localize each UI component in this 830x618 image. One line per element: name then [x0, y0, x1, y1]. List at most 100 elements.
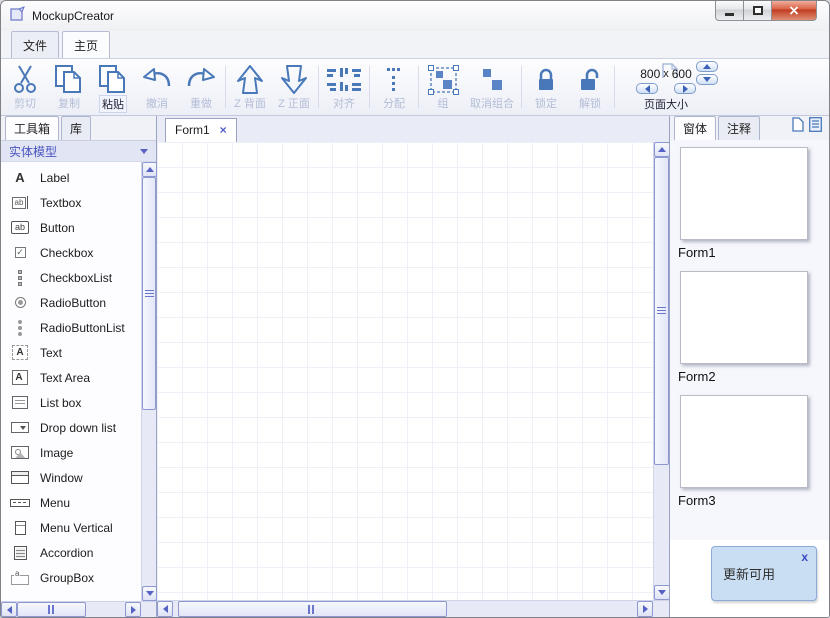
toolbox-item-checkboxlist[interactable]: CheckboxList: [1, 265, 141, 290]
scroll-down-button[interactable]: [654, 585, 670, 600]
tab-toolbox[interactable]: 工具箱: [5, 116, 59, 140]
form-thumbnail[interactable]: [680, 395, 808, 488]
toolbox-item-groupbox[interactable]: a GroupBox: [1, 565, 141, 590]
close-button[interactable]: [771, 1, 817, 21]
update-notification[interactable]: 更新可用 x: [711, 546, 817, 601]
toolbox-item-window[interactable]: Window: [1, 465, 141, 490]
scroll-thumb[interactable]: [178, 601, 447, 617]
page-width-value[interactable]: 800: [640, 67, 660, 81]
scroll-left-button[interactable]: [157, 601, 173, 617]
distribute-button[interactable]: 分配: [372, 61, 416, 113]
distribute-icon: [386, 64, 402, 95]
form-thumbnail[interactable]: [680, 271, 808, 364]
toolbox-item-menu[interactable]: Menu: [1, 490, 141, 515]
arrow-up-icon: [146, 167, 154, 172]
toolbox-item-text[interactable]: A Text: [1, 340, 141, 365]
triangle-up-icon: [703, 64, 711, 69]
toolbox-item-radiobuttonlist[interactable]: RadioButtonList: [1, 315, 141, 340]
arrow-left-icon: [7, 606, 12, 614]
toolbox-item-button[interactable]: ab Button: [1, 215, 141, 240]
canvas-vertical-scrollbar[interactable]: [653, 142, 669, 600]
cut-label: 剪切: [14, 95, 36, 111]
toolbox-vertical-scrollbar[interactable]: [141, 162, 156, 601]
tab-forms[interactable]: 窗体: [674, 116, 716, 140]
scroll-left-button[interactable]: [1, 602, 17, 617]
scroll-thumb[interactable]: [17, 602, 86, 617]
form-list-item[interactable]: Form1: [678, 147, 821, 260]
form-thumbnail[interactable]: [680, 147, 808, 240]
toolbox-item-label[interactable]: A Label: [1, 165, 141, 190]
canvas-horizontal-scrollbar[interactable]: [157, 600, 669, 617]
toolbox-item-menuvertical[interactable]: Menu Vertical: [1, 515, 141, 540]
paste-button[interactable]: 粘贴: [91, 61, 135, 113]
design-canvas[interactable]: [157, 142, 653, 600]
app-window: MockupCreator 文件 主页 剪切: [0, 0, 830, 618]
z-front-label: Z 正面: [278, 95, 310, 111]
scroll-up-button[interactable]: [654, 142, 670, 157]
tab-file[interactable]: 文件: [11, 31, 59, 58]
maximize-button[interactable]: [743, 1, 772, 21]
undo-button[interactable]: 撤消: [135, 61, 179, 113]
scroll-thumb[interactable]: [142, 177, 156, 410]
document-tab-form1[interactable]: Form1 ×: [165, 118, 237, 142]
scroll-track[interactable]: [142, 177, 156, 586]
scroll-up-button[interactable]: [142, 162, 157, 177]
copy-label: 复制: [58, 95, 80, 111]
group-button[interactable]: 组: [421, 61, 465, 113]
tab-comments[interactable]: 注释: [718, 116, 760, 140]
scroll-track[interactable]: [17, 602, 125, 617]
lock-button[interactable]: 锁定: [524, 61, 568, 113]
redo-button[interactable]: 重做: [179, 61, 223, 113]
toolbox-item-listbox[interactable]: List box: [1, 390, 141, 415]
toolbox-item-textbox[interactable]: ab Textbox: [1, 190, 141, 215]
toolbox-item-image[interactable]: Image: [1, 440, 141, 465]
toolbox-horizontal-scrollbar[interactable]: [1, 601, 156, 617]
list-view-icon[interactable]: [809, 117, 822, 137]
tab-home[interactable]: 主页: [62, 31, 110, 58]
toolbox-item-accordion[interactable]: Accordion: [1, 540, 141, 565]
new-form-icon[interactable]: [792, 117, 804, 137]
page-size-group: 800 x 600 页面大小: [617, 61, 715, 113]
grip-icon: [657, 307, 666, 315]
toolbox-item-checkbox[interactable]: ✓ Checkbox: [1, 240, 141, 265]
tab-close-icon[interactable]: ×: [220, 124, 227, 136]
copy-button[interactable]: 复制: [47, 61, 91, 113]
scroll-down-button[interactable]: [142, 586, 157, 601]
page-height-value[interactable]: 600: [672, 67, 692, 81]
ungroup-button[interactable]: 取消组合: [465, 61, 519, 113]
copy-icon: [54, 64, 84, 95]
spin-up-button[interactable]: [696, 61, 718, 72]
form-list-item[interactable]: Form2: [678, 271, 821, 384]
undo-icon: [141, 64, 173, 95]
scroll-track[interactable]: [654, 157, 669, 585]
minimize-button[interactable]: [715, 1, 744, 21]
spin-down-button[interactable]: [696, 74, 718, 85]
unlock-button[interactable]: 解锁: [568, 61, 612, 113]
ribbon-toolbar: 剪切 复制 粘贴: [1, 58, 829, 116]
accordion-icon: [5, 543, 35, 563]
z-back-button[interactable]: Z 背面: [228, 61, 272, 113]
notification-close-icon[interactable]: x: [801, 551, 808, 563]
cut-button[interactable]: 剪切: [3, 61, 47, 113]
scroll-thumb[interactable]: [654, 157, 669, 465]
form-name: Form1: [678, 245, 821, 260]
toolbox-item-radiobutton[interactable]: RadioButton: [1, 290, 141, 315]
align-button[interactable]: 对齐: [321, 61, 367, 113]
arrow-down-icon: [658, 590, 666, 595]
scroll-right-button[interactable]: [637, 601, 653, 617]
toolbox-item-dropdownlist[interactable]: Drop down list: [1, 415, 141, 440]
ribbon-separator: [418, 66, 419, 108]
title-bar[interactable]: MockupCreator: [1, 1, 829, 31]
tab-library[interactable]: 库: [61, 116, 91, 140]
form-list-item[interactable]: Form3: [678, 395, 821, 508]
window-title: MockupCreator: [32, 9, 114, 23]
width-decrease-button[interactable]: [636, 83, 658, 94]
scroll-track[interactable]: [173, 601, 637, 617]
z-front-button[interactable]: Z 正面: [272, 61, 316, 113]
ribbon-separator: [318, 66, 319, 108]
scroll-right-button[interactable]: [125, 602, 141, 617]
forms-thumbnail-list: Form1 Form2 Form3: [670, 140, 829, 540]
toolbox-item-textarea[interactable]: A Text Area: [1, 365, 141, 390]
document-area: Form1 ×: [157, 116, 669, 617]
category-dropdown[interactable]: 实体模型: [1, 140, 156, 162]
